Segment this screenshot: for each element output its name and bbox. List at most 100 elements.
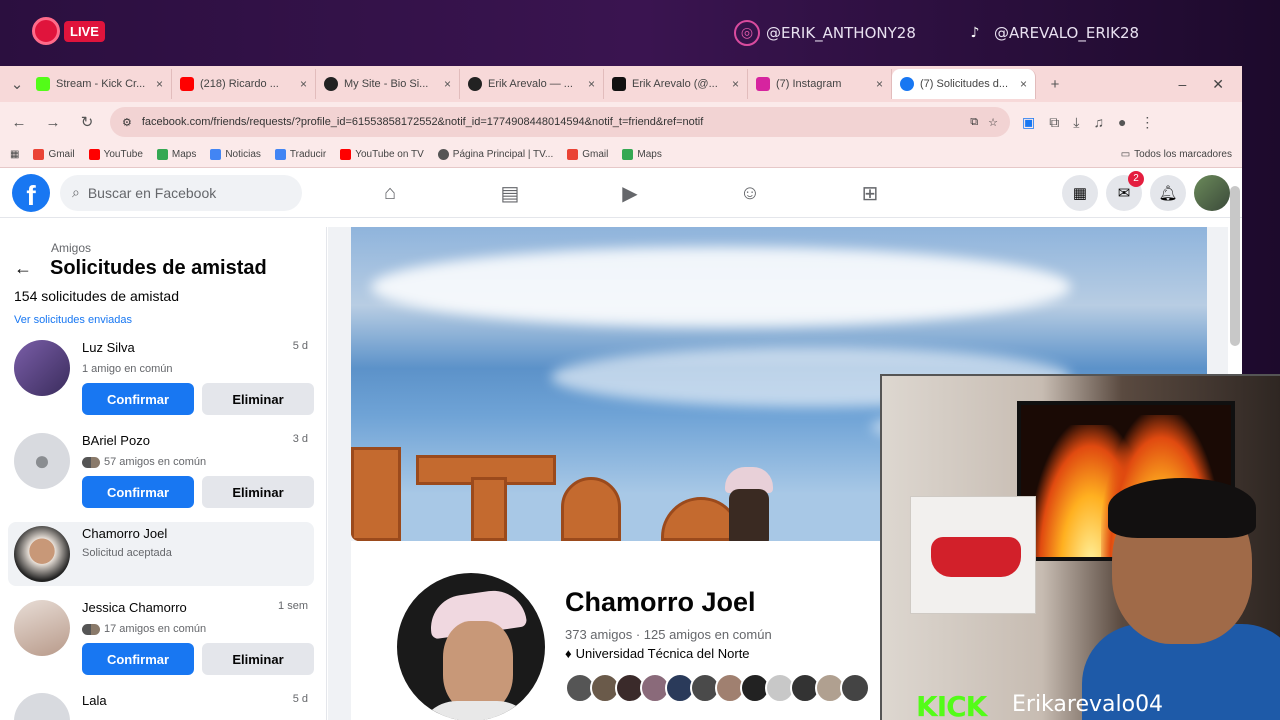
confirm-button[interactable]: Confirmar <box>82 383 194 415</box>
close-tab-icon[interactable]: × <box>1020 77 1027 91</box>
menu-icon[interactable]: ⋮ <box>1140 114 1154 131</box>
reload-icon[interactable]: ↻ <box>76 113 98 131</box>
close-tab-icon[interactable]: × <box>444 77 451 91</box>
drone-shape <box>931 537 1021 577</box>
profile-friend-count[interactable]: 373 amigos · 125 amigos en común <box>565 627 772 642</box>
minimize-icon[interactable]: – <box>1178 76 1186 93</box>
install-icon[interactable]: ⧉ <box>970 116 978 129</box>
apps-icon[interactable]: ▦ <box>10 149 19 160</box>
groups-icon[interactable]: ☺ <box>730 182 770 205</box>
bookmark-maps[interactable]: Maps <box>156 149 196 160</box>
facebook-logo-icon[interactable]: f <box>12 173 50 212</box>
request-item[interactable]: Lala 5 d <box>14 689 316 720</box>
delete-button[interactable]: Eliminar <box>202 383 314 415</box>
close-tab-icon[interactable]: × <box>588 77 595 91</box>
scrollbar[interactable] <box>1230 186 1240 346</box>
messenger-icon[interactable]: ✉ 2 <box>1106 170 1144 211</box>
mutual-avatars <box>82 456 100 468</box>
url-input[interactable]: ⚙ facebook.com/friends/requests/?profile… <box>110 107 1010 137</box>
tab-tiktok[interactable]: Erik Arevalo (@... × <box>604 69 748 99</box>
live-badge: LIVE <box>32 16 112 46</box>
kick-favicon-icon <box>36 77 50 91</box>
breadcrumb[interactable]: Amigos <box>51 241 316 255</box>
tab-youtube[interactable]: (218) Ricardo ... × <box>172 69 316 99</box>
request-item[interactable]: ● BAriel Pozo 3 d 57 amigos en común Conf… <box>14 429 316 512</box>
bookmark-home[interactable]: Página Principal | TV... <box>437 149 553 160</box>
profile-picture[interactable] <box>393 569 549 720</box>
download-icon[interactable]: ⤓ <box>1073 114 1079 131</box>
sent-requests-link[interactable]: Ver solicitudes enviadas <box>14 314 316 326</box>
bookmark-translate[interactable]: Traducir <box>274 149 326 160</box>
facebook-header-actions: ▦ ✉ 2 🔔︎ <box>1062 170 1230 211</box>
youtube-icon <box>340 149 352 160</box>
video-icon[interactable]: ▶ <box>610 181 650 206</box>
avatar[interactable] <box>14 693 70 720</box>
notifications-bell-icon[interactable]: 🔔︎ <box>1150 174 1186 211</box>
live-dot-icon <box>32 17 60 45</box>
bookmark-gmail[interactable]: Gmail <box>33 149 75 160</box>
tab-title: Erik Arevalo (@... <box>632 78 718 90</box>
cover-person <box>721 467 781 541</box>
bookmark-youtube-tv[interactable]: YouTube on TV <box>340 149 424 160</box>
bookmark-gmail-2[interactable]: Gmail <box>567 149 608 160</box>
default-avatar-icon[interactable]: ● <box>14 433 70 489</box>
close-tab-icon[interactable]: × <box>732 77 739 91</box>
bookmark-maps-2[interactable]: Maps <box>622 149 662 160</box>
site-info-icon[interactable]: ⚙ <box>122 116 132 129</box>
social-instagram: ◎ @ERIK_ANTHONY28 <box>734 20 916 46</box>
media-icon[interactable]: ♫ <box>1093 114 1104 131</box>
bookmark-star-icon[interactable]: ☆ <box>988 116 998 129</box>
request-item[interactable]: Jessica Chamorro 1 sem 17 amigos en común… <box>14 596 316 679</box>
confirm-button[interactable]: Confirmar <box>82 643 194 675</box>
request-item-selected[interactable]: Chamorro Joel Solicitud aceptada <box>8 522 314 586</box>
account-avatar[interactable] <box>1194 174 1230 211</box>
delete-button[interactable]: Eliminar <box>202 643 314 675</box>
request-name[interactable]: Lala <box>82 693 107 708</box>
request-name[interactable]: Jessica Chamorro <box>82 600 187 615</box>
gaming-icon[interactable]: ⊞ <box>850 181 890 206</box>
extension-icon[interactable]: ▣ <box>1022 114 1035 131</box>
request-item[interactable]: Luz Silva 5 d 1 amigo en común Confirmar E… <box>14 336 316 419</box>
facebook-search-input[interactable]: ⌕ Buscar en Facebook <box>60 174 302 211</box>
forward-icon[interactable]: → <box>42 114 64 131</box>
delete-button[interactable]: Eliminar <box>202 476 314 508</box>
close-tab-icon[interactable]: × <box>156 77 163 91</box>
back-arrow-icon[interactable]: ← <box>14 258 32 279</box>
feeds-icon[interactable]: ▤ <box>490 181 530 206</box>
profile-name[interactable]: Chamorro Joel <box>565 587 756 618</box>
tab-kick[interactable]: Stream - Kick Cr... × <box>28 69 172 99</box>
close-window-icon[interactable]: ✕ <box>1212 76 1224 93</box>
back-icon[interactable]: ← <box>8 114 30 131</box>
profile-education: ♦ Universidad Técnica del Norte <box>565 646 750 661</box>
tab-erik[interactable]: Erik Arevalo — ... × <box>460 69 604 99</box>
avatar[interactable] <box>14 526 70 582</box>
close-tab-icon[interactable]: × <box>300 77 307 91</box>
tab-facebook-active[interactable]: (7) Solicitudes d... × <box>892 69 1036 99</box>
request-name[interactable]: BAriel Pozo <box>82 433 150 448</box>
friend-avatar[interactable] <box>840 673 870 703</box>
close-tab-icon[interactable]: × <box>876 77 883 91</box>
bookmark-youtube[interactable]: YouTube <box>88 149 143 160</box>
extensions-icon[interactable]: ⧉ <box>1049 114 1059 131</box>
bookmark-news[interactable]: Noticias <box>210 149 261 160</box>
menu-grid-icon[interactable]: ▦ <box>1062 174 1098 211</box>
sign-letter-shape <box>351 447 401 541</box>
request-name[interactable]: Chamorro Joel <box>82 526 167 541</box>
profile-icon[interactable]: ● <box>1118 114 1126 131</box>
tab-mysite[interactable]: My Site - Bio Si... × <box>316 69 460 99</box>
tab-instagram[interactable]: (7) Instagram × <box>748 69 892 99</box>
request-name[interactable]: Luz Silva <box>82 340 135 355</box>
avatar[interactable] <box>14 600 70 656</box>
avatar[interactable] <box>14 340 70 396</box>
mutual-friends-avatars[interactable] <box>565 673 870 703</box>
address-bar: ← → ↻ ⚙ facebook.com/friends/requests/?p… <box>0 102 1242 142</box>
maps-icon <box>622 149 634 160</box>
all-bookmarks[interactable]: ▭ Todos los marcadores <box>1121 149 1232 160</box>
request-status: Solicitud aceptada <box>82 547 172 559</box>
new-tab-icon[interactable]: + <box>1044 76 1066 93</box>
confirm-button[interactable]: Confirmar <box>82 476 194 508</box>
home-icon[interactable]: ⌂ <box>370 182 410 205</box>
request-time: 3 d <box>292 433 308 445</box>
mutual-friends: 57 amigos en común <box>104 456 207 468</box>
tab-search-icon[interactable]: ⌄ <box>6 75 28 93</box>
